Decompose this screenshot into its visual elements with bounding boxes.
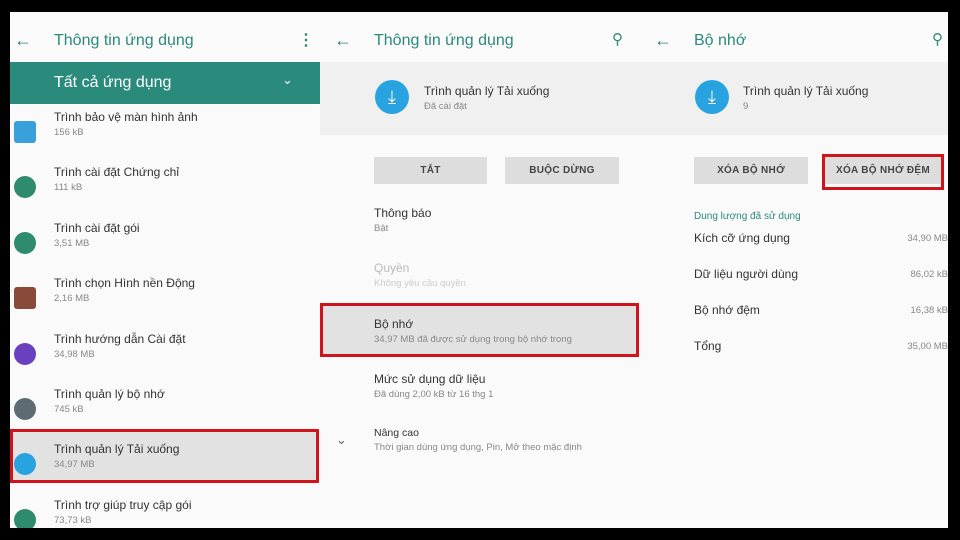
storage-row: Dữ liệu người dùng 86,02 kB [640,267,948,287]
settings-item: Quyền Không yêu cầu quyền [320,261,640,306]
settings-item-title: Mức sử dụng dữ liệu [374,371,486,386]
app-name: Trình bảo vệ màn hình ảnh [54,110,198,124]
android-icon [14,176,36,199]
back-arrow-icon[interactable]: ← [654,30,672,51]
settings-item[interactable]: Bộ nhớ 34,97 MB đã được sử dụng trong bộ… [320,317,640,362]
app-size: 2,16 MB [54,293,90,305]
disable-button[interactable]: TẮT [374,157,487,184]
storage-label: Bộ nhớ đệm [694,303,760,317]
screensaver-icon [14,121,36,143]
app-list-item[interactable]: Trình cài đặt gói 3,51 MB [10,221,318,271]
force-stop-button[interactable]: BUỘC DỪNG [505,157,619,184]
app-filter-dropdown[interactable]: Tất cả ứng dụng ⌄ [10,62,320,104]
storage-row: Bộ nhớ đệm 16,38 kB [640,303,948,323]
setup-wizard-icon [14,342,36,365]
filter-label: Tất cả ứng dụng [54,74,172,91]
settings-item-subtitle: Thời gian dùng ứng dụng, Pin, Mở theo mặ… [374,442,582,454]
storage-label: Dữ liệu người dùng [694,267,798,281]
app-header: ⤓ Trình quản lý Tải xuống Đã cài đặt [320,62,640,135]
settings-item-subtitle: Đã dùng 2,00 kB từ 16 thg 1 [374,388,494,400]
settings-item-title: Bộ nhớ [374,316,414,331]
app-header: ⤓ Trình quản lý Tải xuống 9 [640,62,948,135]
storage-value: 34,90 MB [907,233,948,244]
settings-item-subtitle: 34,97 MB đã được sử dụng trong bộ nhớ tr… [374,333,572,345]
app-name: Trình cài đặt Chứng chỉ [54,165,179,180]
app-size: 111 kB [54,182,83,194]
android-icon [14,231,36,254]
settings-item[interactable]: Nâng cao Thời gian dùng ứng dụng, Pin, M… [320,427,640,472]
app-status: Đã cài đặt [424,101,467,112]
storage-value: 86,02 kB [910,269,949,280]
storage-value: 35,00 MB [907,341,948,352]
app-size: 745 kB [54,404,84,415]
app-size: 156 kB [54,127,84,138]
app-name: Trình chọn Hình nền Động [54,276,195,291]
app-name: Trình trợ giúp truy cập gói [54,497,192,512]
storage-manager-icon [14,398,36,420]
app-size: 73,73 kB [54,514,92,526]
search-icon[interactable]: ⚲ [612,30,623,48]
section-header: Dung lượng đã sử dụng [694,211,801,222]
search-icon[interactable]: ⚲ [932,30,943,48]
app-size: 34,97 MB [54,459,95,471]
highlight-box [822,154,944,190]
page-title: Thông tin ứng dụng [374,32,514,49]
settings-item-subtitle: Bật [374,223,389,234]
settings-item-title: Thông báo [374,206,432,220]
settings-item[interactable]: Thông báo Bật [320,206,640,251]
storage-row: Kích cỡ ứng dụng 34,90 MB [640,231,948,251]
storage-row: Tổng 35,00 MB [640,339,948,359]
app-list-item[interactable]: Trình bảo vệ màn hình ảnh 156 kB [10,110,318,160]
android-icon [14,508,36,528]
more-options-icon[interactable]: ⋮ [298,30,314,50]
app-sub: 9 [743,101,749,112]
chevron-down-icon: ⌄ [282,72,293,87]
app-name: Trình cài đặt gói [54,220,140,235]
page-title: Thông tin ứng dụng [54,32,194,49]
settings-item-title: Nâng cao [374,427,419,440]
storage-screen: ← Bộ nhớ ⚲ ⤓ Trình quản lý Tải xuống 9 X… [640,12,948,528]
app-list-screen: ← Thông tin ứng dụng ⋮ Tất cả ứng dụng ⌄… [10,12,320,528]
app-size: 34,98 MB [54,348,95,360]
clear-storage-button[interactable]: XÓA BỘ NHỚ [694,157,808,184]
storage-value: 16,38 kB [910,305,949,316]
settings-item[interactable]: Mức sử dụng dữ liệu Đã dùng 2,00 kB từ 1… [320,372,640,417]
app-list-item[interactable]: Trình chọn Hình nền Động 2,16 MB [10,276,318,326]
download-icon: ⤓ [375,80,409,114]
download-icon [14,453,36,476]
app-info-screen: ← Thông tin ứng dụng ⚲ ⤓ Trình quản lý T… [320,12,640,528]
back-arrow-icon[interactable]: ← [14,30,32,51]
page-title: Bộ nhớ [694,32,747,49]
app-list-item[interactable]: Trình trợ giúp truy cập gói 73,73 kB [10,498,318,528]
app-list-item[interactable]: Trình hướng dẫn Cài đặt 34,98 MB [10,332,318,382]
app-name: Trình quản lý Tải xuống [743,84,869,98]
app-name: Trình quản lý bộ nhớ [54,387,165,401]
storage-label: Kích cỡ ứng dụng [694,231,790,245]
app-name: Trình hướng dẫn Cài đặt [54,331,186,346]
app-name: Trình quản lý Tải xuống [54,442,180,457]
download-icon: ⤓ [695,80,729,114]
app-size: 3,51 MB [54,237,90,249]
app-list-item[interactable]: Trình quản lý Tải xuống 34,97 MB [10,442,318,492]
back-arrow-icon[interactable]: ← [334,30,352,51]
settings-item-title: Quyền [374,261,410,276]
storage-label: Tổng [694,339,722,353]
wallpaper-icon [14,287,36,310]
settings-item-subtitle: Không yêu cầu quyền [374,278,466,290]
app-list-item[interactable]: Trình cài đặt Chứng chỉ 111 kB [10,165,318,215]
app-list-item[interactable]: Trình quản lý bộ nhớ 745 kB [10,387,318,437]
app-name: Trình quản lý Tải xuống [424,84,550,98]
